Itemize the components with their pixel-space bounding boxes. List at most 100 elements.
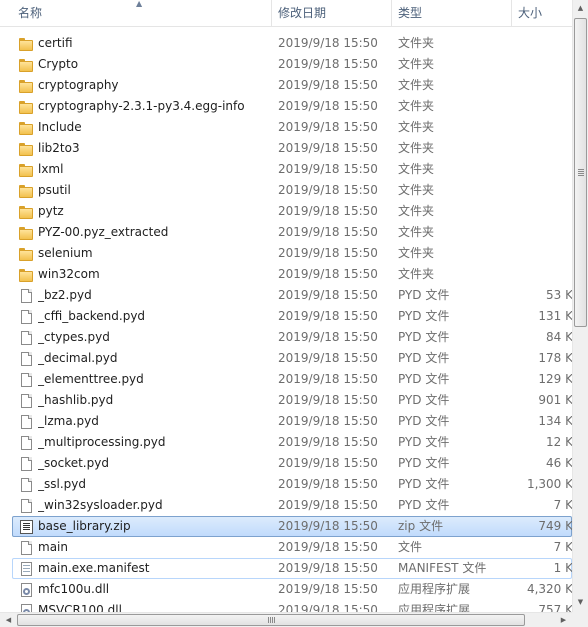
- file-icon: [18, 477, 34, 493]
- file-name: _win32sysloader.pyd: [38, 498, 163, 512]
- file-row[interactable]: mfc100u.dll 2019/9/18 15:50 应用程序扩展 4,320 K: [12, 579, 572, 600]
- file-icon: [18, 456, 34, 472]
- file-row[interactable]: _ctypes.pyd 2019/9/18 15:50 PYD 文件 84 K: [12, 327, 572, 348]
- file-date: 2019/9/18 15:50: [278, 246, 378, 260]
- file-date: 2019/9/18 15:50: [278, 561, 378, 575]
- file-row[interactable]: Include 2019/9/18 15:50 文件夹: [12, 117, 572, 138]
- file-date: 2019/9/18 15:50: [278, 393, 378, 407]
- dll-icon: [18, 582, 34, 598]
- file-row[interactable]: _socket.pyd 2019/9/18 15:50 PYD 文件 46 K: [12, 453, 572, 474]
- file-row[interactable]: psutil 2019/9/18 15:50 文件夹: [12, 180, 572, 201]
- vertical-scroll-thumb[interactable]: [574, 18, 587, 327]
- horizontal-scroll-thumb[interactable]: [17, 614, 525, 626]
- file-name: psutil: [38, 183, 71, 197]
- file-icon: [18, 351, 34, 367]
- file-row[interactable]: pytz 2019/9/18 15:50 文件夹: [12, 201, 572, 222]
- file-size: 757 K: [538, 603, 572, 612]
- file-name: _ctypes.pyd: [38, 330, 110, 344]
- file-size: 134 K: [538, 414, 572, 428]
- file-size: [513, 244, 572, 263]
- file-row[interactable]: win32com 2019/9/18 15:50 文件夹: [12, 264, 572, 285]
- file-size: [513, 34, 572, 53]
- column-header-size[interactable]: 大小: [511, 0, 572, 27]
- file-date: 2019/9/18 15:50: [278, 288, 378, 302]
- dll-icon: [18, 603, 34, 612]
- file-row[interactable]: main.exe.manifest 2019/9/18 15:50 MANIFEST…: [12, 558, 572, 579]
- file-date: 2019/9/18 15:50: [278, 372, 378, 386]
- scroll-left-icon[interactable]: ◀: [0, 613, 17, 627]
- file-name: lxml: [38, 162, 64, 176]
- file-row[interactable]: _win32sysloader.pyd 2019/9/18 15:50 PYD 文件…: [12, 495, 572, 516]
- file-size: [513, 223, 572, 242]
- file-type: 文件夹: [398, 57, 435, 71]
- file-name: lib2to3: [38, 141, 80, 155]
- folder-icon: [18, 246, 34, 262]
- file-row[interactable]: _cffi_backend.pyd 2019/9/18 15:50 PYD 文件 13…: [12, 306, 572, 327]
- column-header-type[interactable]: 类型: [391, 0, 511, 27]
- file-date: 2019/9/18 15:50: [278, 36, 378, 50]
- file-type: 文件: [398, 540, 423, 554]
- file-type: 应用程序扩展: [398, 582, 471, 596]
- file-row[interactable]: selenium 2019/9/18 15:50 文件夹: [12, 243, 572, 264]
- scrollbar-corner: [572, 612, 588, 627]
- file-size: 129 K: [538, 372, 572, 386]
- file-size: 749 K: [538, 519, 572, 533]
- file-row[interactable]: MSVCR100.dll 2019/9/18 15:50 应用程序扩展 757 K: [12, 600, 572, 612]
- file-row[interactable]: lxml 2019/9/18 15:50 文件夹: [12, 159, 572, 180]
- zip-icon: [18, 519, 34, 535]
- file-row[interactable]: _bz2.pyd 2019/9/18 15:50 PYD 文件 53 K: [12, 285, 572, 306]
- file-icon: [18, 498, 34, 514]
- file-row[interactable]: certifi 2019/9/18 15:50 文件夹: [12, 33, 572, 54]
- file-date: 2019/9/18 15:50: [278, 477, 378, 491]
- file-type: 文件夹: [398, 162, 435, 176]
- file-type: PYD 文件: [398, 456, 450, 470]
- file-icon: [18, 540, 34, 556]
- file-row[interactable]: _elementtree.pyd 2019/9/18 15:50 PYD 文件 129…: [12, 369, 572, 390]
- scroll-up-icon[interactable]: ▲: [573, 0, 588, 17]
- file-row[interactable]: cryptography 2019/9/18 15:50 文件夹: [12, 75, 572, 96]
- file-row[interactable]: Crypto 2019/9/18 15:50 文件夹: [12, 54, 572, 75]
- file-type: PYD 文件: [398, 435, 450, 449]
- folder-icon: [18, 162, 34, 178]
- column-header-date[interactable]: 修改日期: [271, 0, 391, 27]
- file-type: 文件夹: [398, 36, 435, 50]
- file-row[interactable]: _lzma.pyd 2019/9/18 15:50 PYD 文件 134 K: [12, 411, 572, 432]
- file-row[interactable]: _ssl.pyd 2019/9/18 15:50 PYD 文件 1,300 K: [12, 474, 572, 495]
- file-size: 178 K: [538, 351, 572, 365]
- file-row[interactable]: cryptography-2.3.1-py3.4.egg-info 2019/9/…: [12, 96, 572, 117]
- file-row[interactable]: main 2019/9/18 15:50 文件 7 K: [12, 537, 572, 558]
- file-name: cryptography: [38, 78, 119, 92]
- file-date: 2019/9/18 15:50: [278, 435, 378, 449]
- file-row[interactable]: _multiprocessing.pyd 2019/9/18 15:50 PYD 文…: [12, 432, 572, 453]
- file-date: 2019/9/18 15:50: [278, 330, 378, 344]
- file-type: PYD 文件: [398, 330, 450, 344]
- file-row[interactable]: _decimal.pyd 2019/9/18 15:50 PYD 文件 178 K: [12, 348, 572, 369]
- column-header-bar: 名称 ▲ 修改日期 类型 大小: [0, 0, 572, 27]
- folder-icon: [18, 99, 34, 115]
- file-list: certifi 2019/9/18 15:50 文件夹 Crypto 2019/9/18…: [0, 28, 572, 612]
- file-name: _lzma.pyd: [38, 414, 99, 428]
- file-name: MSVCR100.dll: [38, 603, 122, 612]
- file-type: PYD 文件: [398, 393, 450, 407]
- scroll-down-icon[interactable]: ▼: [573, 594, 588, 611]
- file-date: 2019/9/18 15:50: [278, 582, 378, 596]
- file-date: 2019/9/18 15:50: [278, 120, 378, 134]
- file-name: PYZ-00.pyz_extracted: [38, 225, 169, 239]
- file-name: _multiprocessing.pyd: [38, 435, 166, 449]
- file-size: 12 K: [546, 435, 572, 449]
- file-name: base_library.zip: [38, 519, 131, 533]
- file-size: 7 K: [553, 540, 572, 554]
- horizontal-scrollbar[interactable]: ◀ ▶: [0, 612, 572, 627]
- file-row[interactable]: base_library.zip 2019/9/18 15:50 zip 文件 749…: [12, 516, 572, 537]
- file-row[interactable]: lib2to3 2019/9/18 15:50 文件夹: [12, 138, 572, 159]
- file-type: PYD 文件: [398, 498, 450, 512]
- file-type: zip 文件: [398, 519, 444, 533]
- file-date: 2019/9/18 15:50: [278, 99, 378, 113]
- file-row[interactable]: PYZ-00.pyz_extracted 2019/9/18 15:50 文件夹: [12, 222, 572, 243]
- file-name: _decimal.pyd: [38, 351, 118, 365]
- vertical-scrollbar[interactable]: ▲ ▼: [572, 0, 588, 612]
- scroll-right-icon[interactable]: ▶: [555, 613, 572, 627]
- file-size: [513, 202, 572, 221]
- file-row[interactable]: _hashlib.pyd 2019/9/18 15:50 PYD 文件 901 K: [12, 390, 572, 411]
- file-size: [513, 76, 572, 95]
